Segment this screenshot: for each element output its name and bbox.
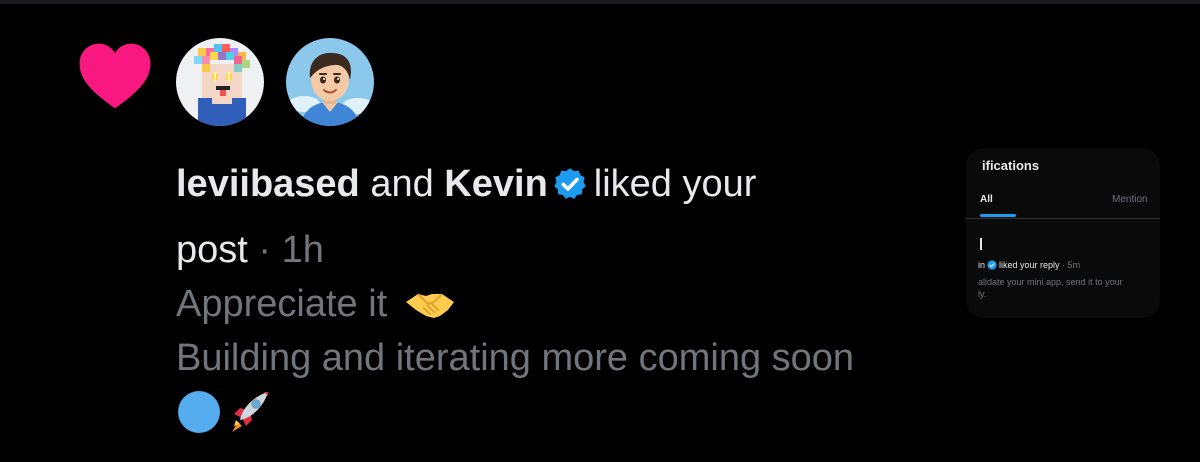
mini-notification-line: in liked your reply · 5m xyxy=(978,260,1080,270)
mini-tab-all[interactable]: All xyxy=(980,194,993,205)
mini-notif-name: in xyxy=(978,260,986,270)
action-text: liked your xyxy=(593,163,757,205)
pixel-art-avatar[interactable] xyxy=(176,38,264,126)
rocket-emoji xyxy=(232,392,268,432)
post-preview-line-2: Building and iterating more coming soon xyxy=(176,337,855,379)
mini-body-line-2: ly. xyxy=(978,289,987,299)
mini-icon-fragment xyxy=(980,238,982,250)
separator-dot: · xyxy=(258,229,272,271)
mini-active-tab-indicator xyxy=(980,214,1016,217)
mini-notification-body: alidate your mini app, send it to your l… xyxy=(978,276,1123,300)
blue-circle-emoji xyxy=(178,391,220,433)
mini-verified-badge-icon xyxy=(987,260,997,270)
mini-divider xyxy=(966,218,1160,219)
verified-badge-icon xyxy=(554,168,586,199)
post-text-line-1: Appreciate it xyxy=(176,283,388,325)
cartoon-boy-avatar[interactable] xyxy=(286,38,374,126)
user-link-kevin[interactable]: Kevin xyxy=(444,163,547,205)
heart-icon xyxy=(79,43,151,109)
post-preview-line-1: Appreciate it xyxy=(176,278,456,330)
mini-notif-time: · 5m xyxy=(1062,260,1081,270)
mini-title: ifications xyxy=(982,158,1040,173)
mini-tab-mentions[interactable]: Mention xyxy=(1112,194,1148,205)
post-link[interactable]: post xyxy=(176,229,248,271)
post-emoji-row xyxy=(178,386,272,438)
notification-meta: post · 1h xyxy=(176,224,324,276)
top-edge-divider xyxy=(0,0,1200,4)
notification-headline: leviibased and Kevin liked your xyxy=(176,158,756,210)
timestamp: 1h xyxy=(281,229,324,271)
embedded-screenshot: ifications All Mention in liked your repl… xyxy=(966,148,1160,318)
handshake-emoji xyxy=(405,293,454,318)
mini-body-line-1: alidate your mini app, send it to your xyxy=(978,277,1123,287)
connector-text: and xyxy=(370,163,434,205)
user-link-leviibased[interactable]: leviibased xyxy=(176,163,360,205)
mini-notif-action: liked your reply xyxy=(999,260,1060,270)
